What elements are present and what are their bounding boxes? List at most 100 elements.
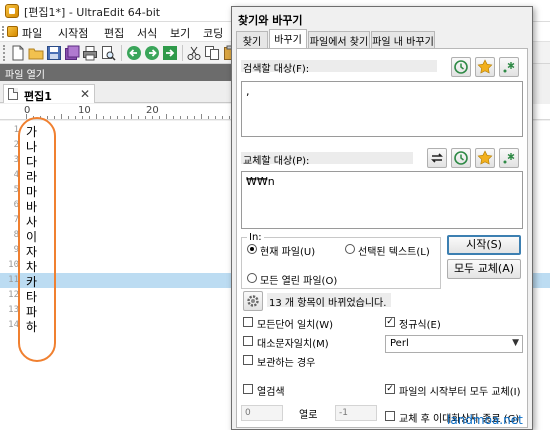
- tab-replace-in-files[interactable]: 파일 내 바꾸기: [371, 31, 435, 48]
- ruler-tick: [180, 116, 181, 119]
- find-history-button[interactable]: [451, 57, 471, 77]
- replace-favorite-button[interactable]: [475, 148, 495, 168]
- replace-from-top-checkbox[interactable]: ✓: [385, 384, 395, 394]
- ruler-tick: [110, 116, 111, 119]
- tab-find-in-files[interactable]: 파일에서 찾기: [308, 31, 370, 48]
- dialog-title: 찾기와 바꾸기: [238, 14, 303, 27]
- ruler-tick: [152, 116, 153, 119]
- menu-format[interactable]: 서식: [137, 25, 157, 41]
- dialog-body: 검색할 대상(F): , 교체할 대상(P): ₩₩n In: 현재 파일(U)…: [236, 48, 528, 428]
- replace-history-button[interactable]: [451, 148, 471, 168]
- scope-selected-radio[interactable]: [345, 244, 355, 254]
- history-icon: [454, 151, 468, 165]
- replace-all-button[interactable]: 모두 교체(A): [447, 259, 521, 279]
- column-search-label: 열검색: [257, 387, 285, 398]
- tab-replace[interactable]: 바꾸기: [269, 29, 307, 49]
- forward-arrow-icon[interactable]: [144, 45, 160, 61]
- menu-edit[interactable]: 편집: [104, 25, 124, 41]
- save-icon[interactable]: [46, 45, 62, 61]
- toolbar-separator: [121, 45, 122, 61]
- start-button[interactable]: 시작(S): [447, 235, 521, 255]
- ruler-tick: [75, 116, 76, 119]
- line-number: 2: [13, 140, 19, 150]
- regex-label: 정규식(E): [399, 320, 441, 331]
- swap-button[interactable]: [427, 148, 447, 168]
- line-number: 6: [13, 200, 19, 210]
- line-number: 9: [13, 245, 19, 255]
- star-icon: [477, 59, 493, 74]
- ruler-tick: [131, 114, 132, 119]
- match-word-label: 모든단어 일치(W): [257, 320, 334, 331]
- menu-coding[interactable]: 코딩: [203, 25, 223, 41]
- replace-regex-button[interactable]: [499, 148, 519, 168]
- replace-input[interactable]: ₩₩n: [241, 171, 523, 229]
- find-input[interactable]: ,: [241, 81, 523, 137]
- column-search-checkbox[interactable]: [243, 384, 253, 394]
- scope-current-label: 현재 파일(U): [260, 247, 316, 258]
- document-tab[interactable]: 편집1 ✕: [3, 84, 95, 103]
- menu-view[interactable]: 보기: [170, 25, 190, 41]
- document-icon: [8, 88, 18, 100]
- ruler-tick: [96, 114, 97, 119]
- close-after-checkbox[interactable]: [385, 411, 395, 421]
- ruler-tick: [82, 116, 83, 119]
- ruler-tick: [117, 116, 118, 119]
- ruler-tick: [26, 114, 27, 119]
- open-folder-icon[interactable]: [28, 45, 44, 61]
- regex-checkbox[interactable]: ✓: [385, 317, 395, 327]
- back-arrow-icon[interactable]: [126, 45, 142, 61]
- scope-selected-label: 선택된 텍스트(L): [358, 247, 430, 258]
- match-case-checkbox[interactable]: [243, 336, 253, 346]
- ruler-tick: [222, 116, 223, 119]
- line-number: 12: [8, 290, 19, 300]
- cut-icon[interactable]: [186, 45, 202, 61]
- line-number: 11: [8, 275, 19, 285]
- toolbar-grip[interactable]: [3, 45, 6, 61]
- print-preview-icon[interactable]: [100, 45, 116, 61]
- close-icon[interactable]: ✕: [80, 87, 90, 101]
- dialog-title-bar[interactable]: 찾기와 바꾸기: [232, 7, 532, 29]
- toolbar-separator: [182, 45, 183, 61]
- settings-button[interactable]: [243, 291, 263, 311]
- scope-all-open-radio[interactable]: [247, 273, 257, 283]
- regex-engine-select[interactable]: Perl ▼: [385, 335, 523, 353]
- watermark: landmoa.net: [447, 413, 523, 427]
- copy-icon[interactable]: [204, 45, 220, 61]
- find-favorite-button[interactable]: [475, 57, 495, 77]
- line-number: 14: [8, 320, 19, 330]
- ruler-tick: [159, 116, 160, 119]
- menu-app-icon[interactable]: [2, 25, 18, 39]
- menu-file[interactable]: 파일: [22, 25, 42, 41]
- line-number: 5: [13, 185, 19, 195]
- match-word-checkbox[interactable]: [243, 317, 253, 327]
- column-to-field[interactable]: -1: [335, 405, 377, 421]
- regex-icon: [503, 153, 515, 164]
- ruler-tick: [215, 116, 216, 119]
- status-text: 13 개 항목이 바뀌었습니다.: [269, 298, 387, 309]
- preserve-case-checkbox[interactable]: [243, 355, 253, 365]
- save-all-icon[interactable]: [64, 45, 80, 61]
- ruler-tick: [173, 116, 174, 119]
- scope-all-open-label: 모든 열린 파일(O): [260, 276, 338, 287]
- print-icon[interactable]: [82, 45, 98, 61]
- history-icon: [454, 60, 468, 74]
- new-file-icon[interactable]: [10, 45, 26, 61]
- dialog-tabs: 찾기 바꾸기 파일에서 찾기 파일 내 바꾸기: [232, 29, 532, 49]
- find-regex-button[interactable]: [499, 57, 519, 77]
- scope-label: In:: [247, 232, 264, 243]
- goto-icon[interactable]: [162, 45, 178, 61]
- line-number: 1: [13, 125, 19, 135]
- column-from-field[interactable]: 0: [241, 405, 283, 421]
- gear-icon: [247, 295, 259, 307]
- line-number: 4: [13, 170, 19, 180]
- ultraedit-logo-icon: [5, 4, 19, 18]
- column-to-label: 열로: [299, 410, 318, 421]
- tab-find[interactable]: 찾기: [236, 31, 268, 48]
- line-number: 8: [13, 230, 19, 240]
- ruler-tick: [201, 114, 202, 119]
- ruler-mark: 20: [146, 105, 159, 116]
- chevron-down-icon: ▼: [512, 338, 519, 348]
- menu-start[interactable]: 시작점: [58, 25, 88, 41]
- ruler-tick: [187, 116, 188, 119]
- scope-current-radio[interactable]: [247, 244, 257, 254]
